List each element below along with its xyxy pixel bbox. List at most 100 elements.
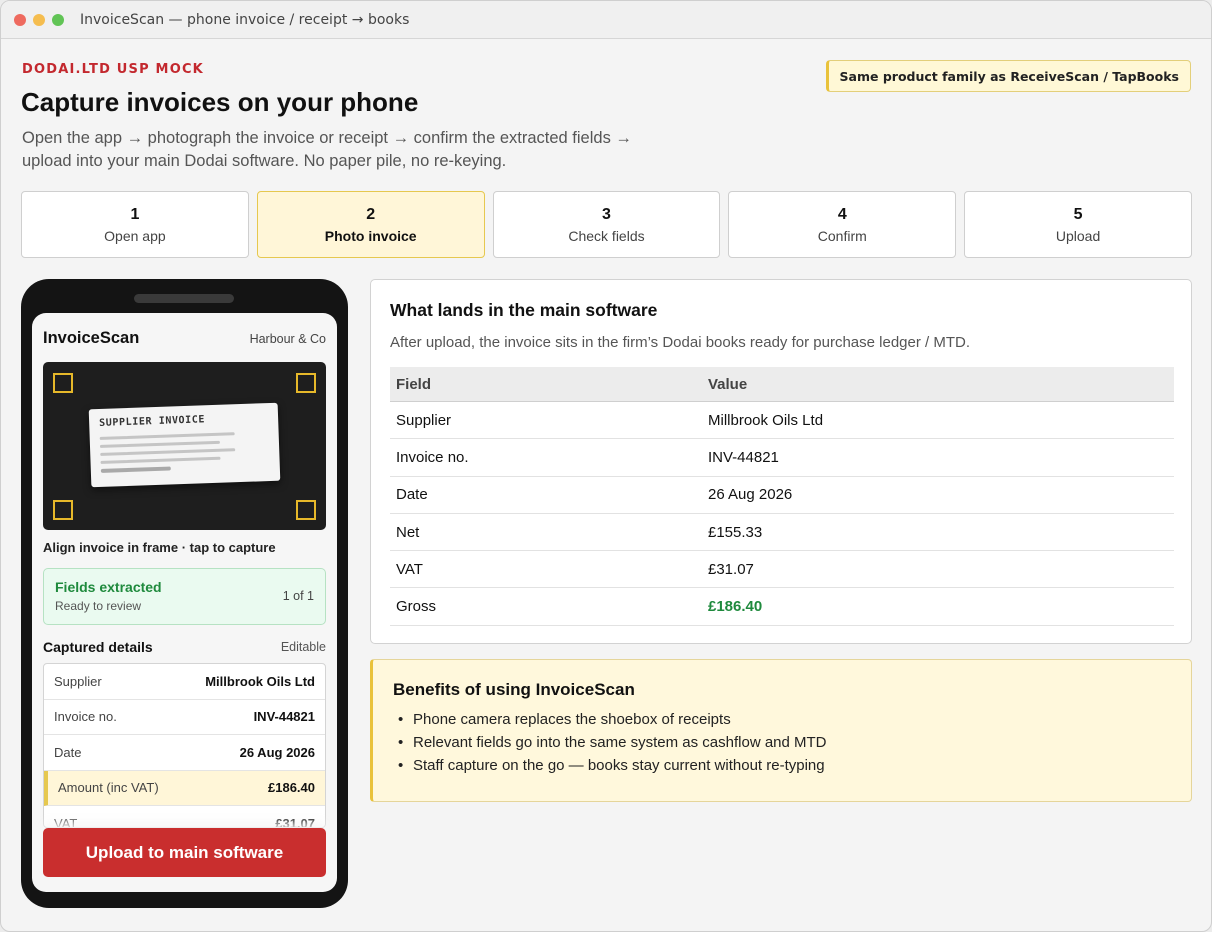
app-name: InvoiceScan [43,329,140,347]
benefits-list: Phone camera replaces the shoebox of rec… [393,711,1171,774]
product-family-badge: Same product family as ReceiveScan / Tap… [825,60,1191,92]
step-number: 2 [366,205,376,223]
field-value: £186.40 [268,780,315,796]
captured-row-vat[interactable]: VAT £31.07 [44,806,325,828]
step-1[interactable]: 1 Open app [21,191,249,258]
table-cell-value: £155.33 [708,523,763,541]
app-window: InvoiceScan — phone invoice / receipt → … [0,0,1212,932]
page-subtitle: Open the app → photograph the invoice or… [22,129,632,170]
invoice-preview-line [100,456,221,464]
step-tracker: 1 Open app 2 Photo invoice 3 Check field… [21,191,1192,258]
table-row: Supplier Millbrook Oils Ltd [390,402,1174,440]
step-number: 1 [130,205,140,223]
step-4[interactable]: 4 Confirm [728,191,957,258]
captured-details-list[interactable]: Supplier Millbrook Oils Ltd Invoice no. … [43,663,326,828]
extraction-count: 1 of 1 [282,589,314,603]
field-label: VAT [54,815,78,828]
field-label: Supplier [54,673,102,689]
table-cell-field: Date [396,486,428,504]
step-label: Confirm [817,227,867,244]
extraction-status-title: Fields extracted [55,579,162,595]
camera-viewfinder[interactable]: SUPPLIER INVOICE [43,362,326,530]
field-label: Date [54,744,82,760]
table-cell-field: Gross [396,598,437,616]
step-2[interactable]: 2 Photo invoice [256,191,485,258]
phone-screen: InvoiceScan Harbour & Co SUPPLIER INVOIC… [32,313,337,892]
step-number: 3 [602,205,611,223]
table-row: Date 26 Aug 2026 [390,477,1174,514]
table-cell-value-gross: £186.40 [708,598,763,616]
table-cell-field: VAT [396,560,423,578]
main-software-desc: After upload, the invoice sits in the fi… [390,334,970,351]
table-row: VAT £31.07 [390,551,1174,589]
table-header-row: Field Value [390,367,1174,402]
field-value: Millbrook Oils Ltd [205,673,315,689]
invoice-preview-line [100,466,171,473]
step-label: Open app [104,227,166,244]
step-number: 5 [1073,205,1083,223]
invoice-preview-line [99,440,220,448]
step-label: Photo invoice [324,227,417,244]
close-window-button[interactable] [14,13,26,26]
page-title: Capture invoices on your phone [21,87,419,117]
table-row: Invoice no. INV-44821 [390,439,1174,477]
extraction-status-sub: Ready to review [55,599,142,613]
table-row: Gross £186.40 [390,588,1174,626]
table-cell-field: Invoice no. [396,448,469,466]
eyebrow-label: DODAI.LTD USP MOCK [22,62,204,77]
benefits-card: Benefits of using InvoiceScan Phone came… [370,659,1192,802]
invoice-preview-title: SUPPLIER INVOICE [99,414,206,429]
field-label: Invoice no. [54,709,117,725]
table-cell-value: £31.07 [708,560,754,578]
main-software-card: What lands in the main software After up… [370,279,1192,644]
camera-frame-corner-icon [53,500,73,520]
captured-details-title: Captured details [43,639,153,655]
table-cell-field: Net [396,523,420,541]
maximize-window-button[interactable] [52,13,64,26]
step-label: Check fields [568,227,645,244]
title-bar: InvoiceScan — phone invoice / receipt → … [1,1,1211,39]
field-label: Amount (inc VAT) [58,780,159,796]
main-software-title: What lands in the main software [390,300,658,320]
invoice-preview-line [99,432,235,440]
benefit-item: Staff capture on the go — books stay cur… [393,757,1171,774]
editable-link[interactable]: Editable [281,640,326,654]
captured-details-header: Captured details Editable [43,639,326,655]
table-cell-value: INV-44821 [708,448,779,466]
field-value-table: Field Value Supplier Millbrook Oils Ltd … [390,367,1174,626]
step-3[interactable]: 3 Check fields [492,191,721,258]
table-row: Net £155.33 [390,514,1174,552]
captured-row-invoice-no[interactable]: Invoice no. INV-44821 [44,700,325,735]
extraction-status-card: Fields extracted Ready to review 1 of 1 [43,568,326,625]
column-header-value: Value [708,375,748,393]
table-cell-value: 26 Aug 2026 [708,486,793,504]
window-title: InvoiceScan — phone invoice / receipt → … [80,11,410,28]
camera-frame-corner-icon [53,373,73,393]
table-cell-field: Supplier [396,411,452,429]
camera-frame-corner-icon [296,500,316,520]
captured-row-date[interactable]: Date 26 Aug 2026 [44,735,325,771]
client-name[interactable]: Harbour & Co [250,332,326,346]
captured-row-supplier[interactable]: Supplier Millbrook Oils Ltd [44,664,325,700]
benefit-item: Phone camera replaces the shoebox of rec… [393,711,1171,728]
field-value: 26 Aug 2026 [239,744,315,760]
step-5[interactable]: 5 Upload [964,191,1192,258]
captured-row-amount[interactable]: Amount (inc VAT) £186.40 [44,770,325,806]
phone-mockup: InvoiceScan Harbour & Co SUPPLIER INVOIC… [21,279,348,908]
phone-notch [134,294,234,303]
benefit-item: Relevant fields go into the same system … [393,734,1171,751]
camera-frame-corner-icon [296,373,316,393]
field-value: £31.07 [275,815,315,828]
capture-hint: Align invoice in frame · tap to capture [43,540,276,555]
column-header-field: Field [396,375,432,393]
step-label: Upload [1055,227,1101,244]
minimize-window-button[interactable] [33,13,45,26]
step-number: 4 [837,205,847,223]
field-value: INV-44821 [253,709,315,725]
table-cell-value: Millbrook Oils Ltd [708,411,824,429]
benefits-title: Benefits of using InvoiceScan [393,680,635,699]
app-header: InvoiceScan Harbour & Co [43,329,326,348]
upload-button[interactable]: Upload to main software [43,828,326,877]
invoice-preview: SUPPLIER INVOICE [88,402,281,488]
invoice-preview-line [100,448,236,456]
